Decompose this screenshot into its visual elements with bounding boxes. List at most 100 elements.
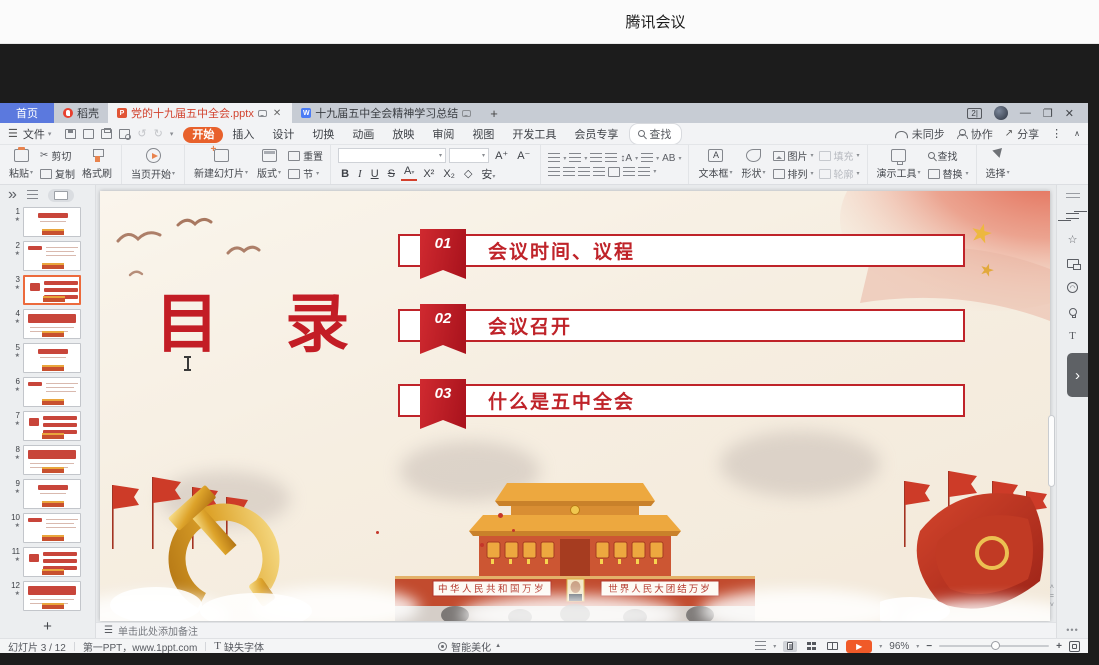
slide-view-toggle[interactable] [48, 189, 74, 202]
format-painter-button[interactable]: 格式刷 [80, 149, 114, 180]
slide-sorter-view-button[interactable] [804, 641, 818, 652]
cut-button[interactable]: ✂剪切 [40, 148, 75, 163]
slide-thumbnail-3[interactable]: 3★ [6, 275, 95, 305]
bold-button[interactable]: B [338, 168, 352, 180]
find-menu-pill[interactable]: 查找 [629, 123, 682, 145]
more-dots-icon[interactable]: ••• [1066, 625, 1078, 635]
menu-item-设计[interactable]: 设计 [263, 127, 303, 143]
menu-item-会员专享[interactable]: 会员专享 [565, 127, 627, 143]
slide-thumbnail-9[interactable]: 9★ [6, 479, 95, 509]
number-list-icon[interactable] [569, 153, 581, 163]
more-menu-icon[interactable]: ⋮ [1051, 127, 1062, 140]
missing-font-warning[interactable]: T 缺失字体 [214, 639, 264, 654]
columns-icon[interactable] [608, 167, 620, 177]
properties-sliders-icon[interactable] [1066, 209, 1080, 222]
picture-button[interactable]: 图片▾ [773, 148, 814, 163]
notes-bar[interactable]: ☰ 单击此处添加备注 [96, 622, 1056, 638]
reset-button[interactable]: 重置 [288, 148, 323, 163]
select-button[interactable]: 选择▾ [984, 149, 1012, 180]
slide-thumbnail-8[interactable]: 8★ [6, 445, 95, 475]
slide-canvas-area[interactable]: ★ ★ [96, 185, 1056, 622]
slide-thumbnail-2[interactable]: 2★ [6, 241, 95, 271]
customize-quickbar-icon[interactable]: ▾ [170, 130, 174, 138]
vertical-align-icon[interactable] [638, 167, 650, 177]
smart-beautify-button[interactable]: 智能美化 ▲ [438, 639, 501, 654]
replace-button[interactable]: 替换▾ [928, 166, 969, 181]
strikethrough-button[interactable]: S [385, 168, 398, 180]
bullet-list-icon[interactable] [548, 153, 560, 163]
copy-button[interactable]: 复制 [40, 166, 75, 181]
arrange-button[interactable]: 排列▾ [773, 166, 814, 181]
redo-icon[interactable]: ↻ [154, 127, 163, 140]
collapse-panel-icon[interactable]: » [8, 186, 17, 204]
tab-writer-doc[interactable]: W 十九届五中全会精神学习总结 [292, 103, 480, 123]
expand-panel-chevron[interactable]: › [1067, 353, 1088, 397]
tab-close-icon[interactable]: ✕ [271, 108, 283, 119]
normal-view-button[interactable] [783, 641, 797, 652]
new-slide-button[interactable]: 新建幻灯片▾ [192, 149, 250, 180]
align-left-icon[interactable] [548, 167, 560, 177]
zoom-out-button[interactable]: − [926, 641, 932, 652]
animation-star-icon[interactable]: ☆ [1066, 233, 1080, 246]
new-tab-button[interactable]: + [480, 103, 508, 123]
slide-thumbnail-12[interactable]: 12★ [6, 581, 95, 611]
tab-presentation-active[interactable]: P 党的十九届五中全会.pptx ✕ [108, 103, 292, 123]
phonetic-guide-button[interactable]: 安▾ [478, 166, 498, 182]
highlight-icon[interactable]: ◇ [461, 167, 475, 180]
slideshow-play-button[interactable]: ▶ [846, 640, 872, 653]
hamburger-icon[interactable]: ☰ [8, 127, 17, 140]
undo-icon[interactable]: ↺ [137, 127, 146, 140]
menu-item-放映[interactable]: 放映 [383, 127, 423, 143]
section-button[interactable]: 节▾ [288, 166, 323, 181]
font-size-select[interactable]: ▾ [449, 148, 489, 163]
slide-title[interactable]: 目 录 [155, 273, 349, 365]
font-color-button[interactable]: A▾ [401, 166, 417, 181]
tab-docer[interactable]: 稻壳 [54, 103, 108, 123]
collaborate-button[interactable]: 协作 [957, 126, 993, 142]
zoom-in-button[interactable]: + [1056, 641, 1062, 652]
fit-slide-button[interactable] [1069, 641, 1080, 652]
view-options-icon[interactable] [755, 641, 766, 651]
slide-thumbnail-11[interactable]: 11★ [6, 547, 95, 577]
align-right-icon[interactable] [578, 167, 590, 177]
menu-item-视图[interactable]: 视图 [463, 127, 503, 143]
find-button[interactable]: 查找 [928, 148, 969, 163]
window-count-badge[interactable]: 2| [967, 108, 982, 119]
justify-icon[interactable] [593, 167, 605, 177]
align-center-icon[interactable] [563, 167, 575, 177]
slide-canvas[interactable]: ★ ★ [100, 191, 1050, 621]
collapse-ribbon-icon[interactable]: ∧ [1074, 129, 1080, 138]
panel-drag-handle[interactable] [1066, 193, 1080, 198]
scroll-arrows[interactable]: ˄=˅ [1050, 583, 1054, 610]
decrease-font-icon[interactable]: A⁻ [514, 149, 533, 162]
help-circle-icon[interactable]: ◠ [1066, 281, 1080, 294]
slide-thumbnail-7[interactable]: 7★ [6, 411, 95, 441]
subscript-button[interactable]: X₂ [440, 168, 458, 180]
comment-bubble-icon[interactable] [462, 110, 471, 117]
shape-button[interactable]: 形状▾ [739, 149, 767, 180]
outline-view-icon[interactable] [27, 190, 38, 200]
textbox-button[interactable]: 文本框▾ [696, 149, 734, 180]
add-slide-button[interactable]: + [0, 614, 95, 638]
decrease-indent-icon[interactable] [590, 153, 602, 163]
font-name-select[interactable]: ▾ [338, 148, 446, 163]
zoom-slider[interactable] [939, 645, 1049, 647]
slide-thumbnail-6[interactable]: 6★ [6, 377, 95, 407]
menu-item-审阅[interactable]: 审阅 [423, 127, 463, 143]
print-preview-icon[interactable] [119, 129, 130, 139]
tab-home[interactable]: 首页 [0, 103, 54, 123]
slide-thumbnail-10[interactable]: 10★ [6, 513, 95, 543]
menu-item-插入[interactable]: 插入 [223, 127, 263, 143]
play-current-slide-button[interactable]: 当页开始▾ [129, 148, 177, 181]
slide-layout-icon[interactable] [1066, 257, 1080, 270]
increase-font-icon[interactable]: A⁺ [492, 149, 511, 162]
zoom-level[interactable]: 96% [889, 641, 909, 652]
play-options-icon[interactable]: ▾ [879, 643, 882, 650]
numbering2-icon[interactable] [623, 167, 635, 177]
close-button[interactable]: ✕ [1065, 107, 1074, 120]
zoom-slider-knob[interactable] [991, 641, 1000, 650]
file-menu[interactable]: 文件▾ [19, 126, 56, 142]
restore-button[interactable]: ❐ [1043, 107, 1053, 120]
text-tool-icon[interactable]: T [1066, 329, 1080, 342]
menu-item-开发工具[interactable]: 开发工具 [503, 127, 565, 143]
